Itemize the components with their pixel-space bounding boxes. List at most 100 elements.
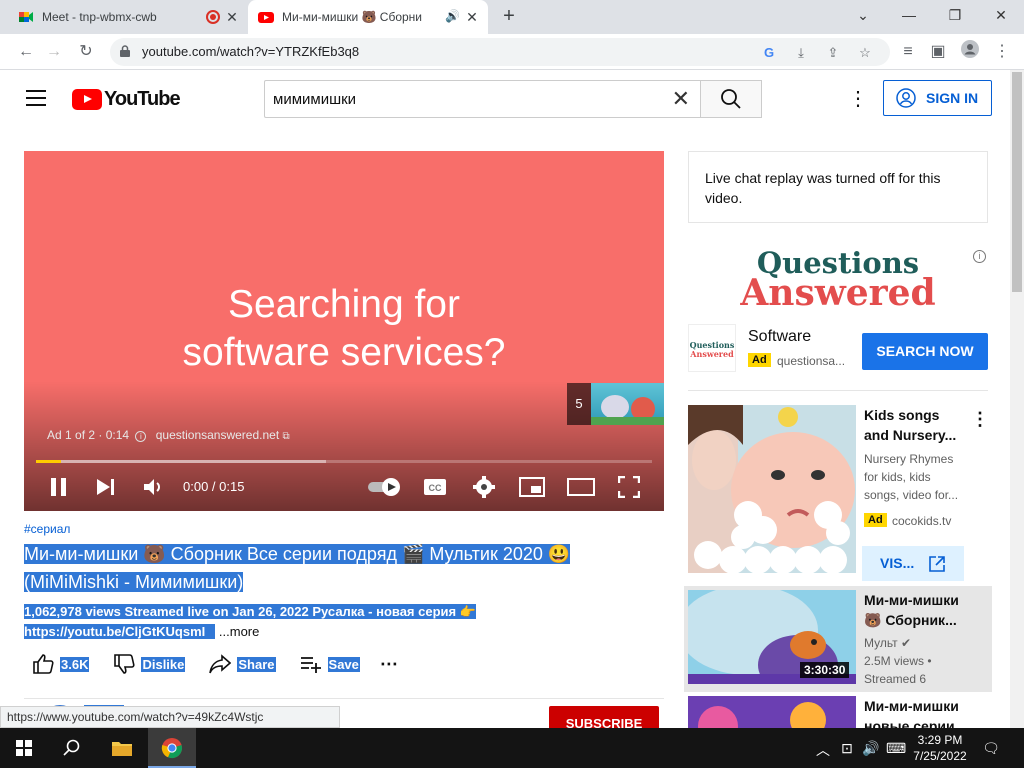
captions-icon[interactable]: CC — [423, 476, 447, 498]
ad-info-icon[interactable]: i — [973, 250, 986, 263]
next-icon[interactable] — [96, 478, 116, 496]
more-options-icon[interactable]: ⋮ — [971, 409, 989, 430]
ad-domain: cocokids.tv — [892, 514, 952, 528]
theater-mode-icon[interactable] — [567, 478, 595, 496]
back-icon[interactable]: ← — [14, 40, 38, 64]
youtube-header: YouTube мимимишки ✕ ⋮ SIGN IN — [0, 70, 1010, 126]
meet-icon — [18, 9, 34, 25]
clear-search-icon[interactable]: ✕ — [672, 87, 690, 111]
ad-badge: Ad — [748, 353, 771, 367]
questions-answered-logo[interactable]: Questions Answered — [740, 248, 936, 311]
windows-icon — [16, 740, 32, 756]
miniplayer-icon[interactable] — [519, 477, 545, 497]
tab-title: Meet - tnp-wbmx-cwb — [42, 10, 157, 24]
search-taskbar-button[interactable] — [48, 728, 96, 768]
rec-streamed: Streamed 6 — [864, 672, 927, 686]
search-icon — [63, 739, 80, 756]
progress-bar[interactable] — [36, 460, 652, 463]
live-chat-notice: Live chat replay was turned off for this… — [688, 151, 988, 223]
video-thumbnail — [688, 696, 856, 730]
save-button[interactable]: Save — [292, 653, 360, 675]
youtube-logo[interactable]: YouTube — [72, 88, 181, 111]
more-actions-button[interactable]: ⋯ — [380, 654, 398, 675]
close-window-button[interactable]: ✕ — [978, 0, 1024, 30]
share-arrow-icon — [209, 654, 232, 674]
install-icon[interactable]: ⤓ — [792, 44, 810, 62]
close-tab-icon[interactable]: ✕ — [224, 9, 240, 25]
search-now-button[interactable]: SEARCH NOW — [862, 333, 988, 370]
hashtag-link[interactable]: #сериал — [24, 522, 70, 536]
ad-domain-link[interactable]: questionsanswered.net — [156, 428, 279, 442]
tab-strip: Meet - tnp-wbmx-cwb ✕ Ми-ми-мишки 🐻 Сбор… — [0, 0, 1024, 34]
tab-youtube[interactable]: Ми-ми-мишки 🐻 Сборни 🔊 ✕ — [248, 0, 488, 34]
subscribe-button[interactable]: SUBSCRIBE — [549, 706, 659, 728]
time-display: 0:00 / 0:15 — [183, 479, 245, 494]
google-icon[interactable]: G — [760, 44, 778, 62]
advertiser-logo: Questions Answered — [688, 324, 736, 372]
media-control-icon[interactable]: ≡ — [896, 40, 920, 64]
address-bar[interactable]: youtube.com/watch?v=YTRZKfEb3q8 G ⤓ ⇪ ☆ — [110, 38, 890, 66]
side-panel-icon[interactable]: ▣ — [926, 40, 950, 64]
like-button[interactable]: 3.6K — [24, 653, 90, 675]
external-link-icon — [929, 556, 945, 572]
lock-icon — [120, 45, 130, 57]
language-icon[interactable]: ⌨ — [886, 740, 906, 757]
ad-info: Ad 1 of 2 · 0:14 i questionsanswered.net… — [47, 428, 290, 442]
audio-playing-icon[interactable]: 🔊 — [445, 9, 460, 23]
file-explorer-button[interactable] — [98, 728, 146, 768]
rec-views: 2.5M views • — [864, 654, 932, 668]
new-tab-button[interactable]: + — [498, 6, 520, 28]
visit-site-button[interactable]: VIS... — [862, 546, 964, 581]
ad-headline: Searching for software services? — [182, 283, 506, 374]
chrome-menu-icon[interactable]: ⋮ — [990, 40, 1014, 64]
recording-icon — [206, 10, 220, 24]
search-value: мимимишки — [273, 91, 357, 108]
dislike-button[interactable]: Dislike — [105, 653, 186, 675]
rec-channel: Мульт ✔ — [864, 636, 912, 650]
reload-icon[interactable]: ↻ — [74, 40, 98, 64]
notifications-icon[interactable]: 🗨 — [982, 740, 1000, 757]
scrollbar-thumb[interactable] — [1012, 72, 1022, 292]
sign-in-button[interactable]: SIGN IN — [883, 80, 992, 116]
chrome-taskbar-button[interactable] — [148, 728, 196, 768]
video-description[interactable]: 1,062,978 views Streamed live on Jan 26,… — [24, 602, 524, 642]
tab-meet[interactable]: Meet - tnp-wbmx-cwb ✕ — [8, 0, 248, 34]
ad-info-icon: i — [135, 431, 147, 442]
thumbs-up-icon — [33, 654, 54, 674]
show-hidden-icons[interactable]: ︿ — [814, 740, 832, 760]
share-button[interactable]: Share — [201, 653, 276, 675]
profile-icon[interactable] — [958, 40, 982, 64]
search-input[interactable]: мимимишки ✕ — [264, 80, 700, 118]
recommendation-video[interactable]: 3:30:30 Ми-ми-мишки 🐻 Сборник... Мульт ✔… — [684, 586, 992, 692]
autoplay-toggle[interactable] — [367, 477, 403, 497]
rec-subtitle: Nursery Rhymes for kids, kids songs, vid… — [864, 452, 959, 502]
system-clock[interactable]: 3:29 PM 7/25/2022 — [908, 732, 972, 764]
settings-gear-icon[interactable] — [473, 476, 495, 498]
page-scrollbar[interactable] — [1010, 70, 1024, 728]
menu-icon[interactable] — [26, 90, 46, 106]
close-tab-icon[interactable]: ✕ — [464, 9, 480, 25]
show-more-link[interactable]: ...more — [219, 624, 259, 639]
start-button[interactable] — [0, 728, 48, 768]
search-button[interactable] — [700, 80, 762, 118]
share-icon[interactable]: ⇪ — [824, 44, 842, 62]
restore-button[interactable]: ❐ — [932, 0, 978, 30]
recommendation-video[interactable]: Ми-ми-мишки новые серии — [688, 696, 988, 730]
video-player[interactable]: Searching for software services? Ad 1 of… — [24, 151, 664, 511]
minimize-button[interactable]: — — [886, 0, 932, 30]
volume-tray-icon[interactable]: 🔊 — [862, 740, 880, 757]
next-video-preview[interactable]: 5 — [567, 383, 664, 425]
playlist-add-icon — [300, 657, 321, 673]
tab-search-icon[interactable]: ⌄ — [840, 0, 886, 30]
ad-badge: Ad — [864, 513, 887, 527]
fullscreen-icon[interactable] — [618, 476, 640, 498]
thumbs-down-icon — [114, 654, 136, 674]
volume-icon[interactable] — [142, 476, 164, 498]
ad-title: Software — [748, 328, 812, 345]
pause-icon[interactable] — [50, 477, 68, 497]
settings-menu-icon[interactable]: ⋮ — [848, 89, 868, 110]
bookmark-star-icon[interactable]: ☆ — [856, 44, 874, 62]
network-icon[interactable]: ⊡ — [838, 740, 856, 757]
rec-title: Ми-ми-мишки 🐻 Сборник... — [864, 592, 959, 628]
forward-icon[interactable]: → — [42, 40, 66, 64]
